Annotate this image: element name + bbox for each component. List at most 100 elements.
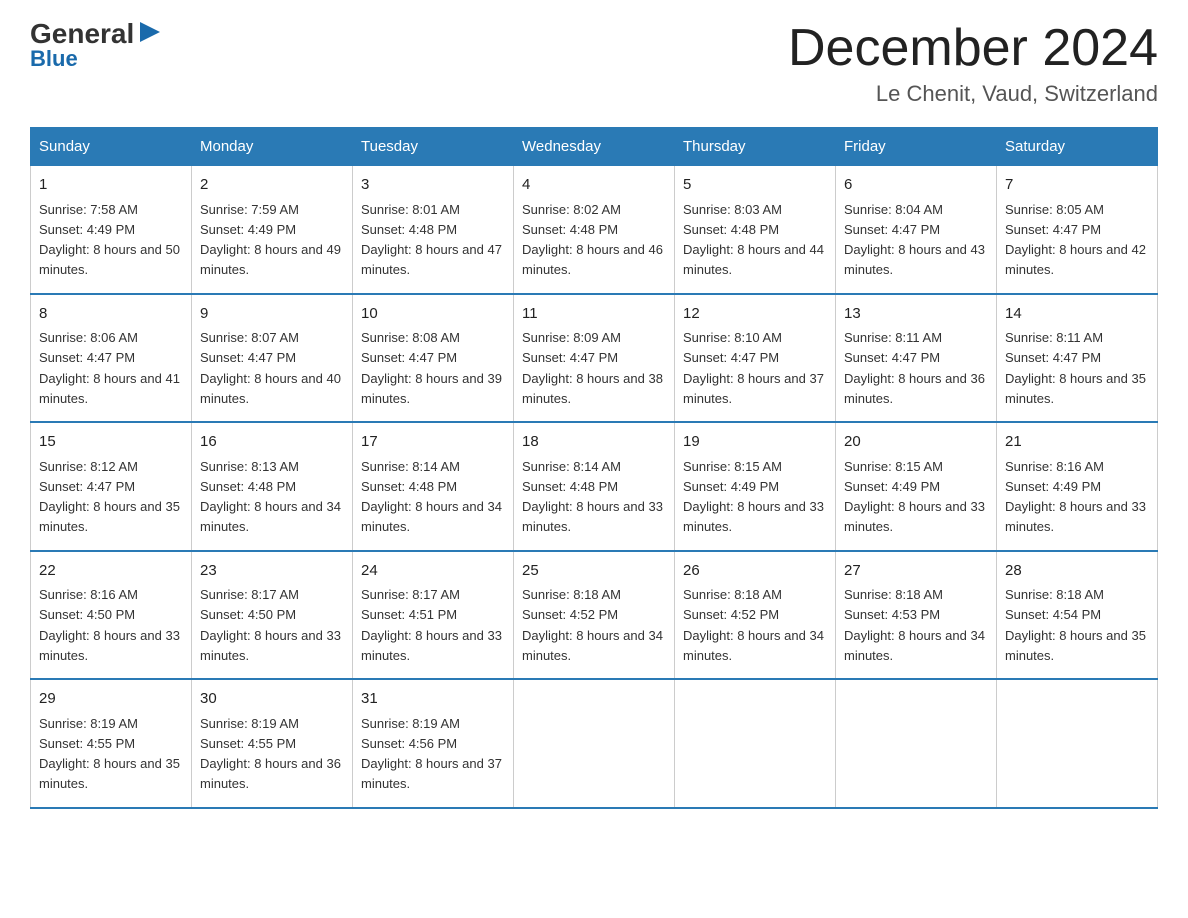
calendar-cell: 4Sunrise: 8:02 AMSunset: 4:48 PMDaylight… [514,166,675,294]
calendar-cell: 23Sunrise: 8:17 AMSunset: 4:50 PMDayligh… [192,551,353,680]
month-title: December 2024 [788,20,1158,77]
calendar-cell: 9 Sunrise: 8:07 AMSunset: 4:47 PMDaylight… [192,294,353,423]
calendar-week-row: 15Sunrise: 8:12 AMSunset: 4:47 PMDayligh… [31,422,1158,551]
calendar-cell: 20Sunrise: 8:15 AMSunset: 4:49 PMDayligh… [836,422,997,551]
calendar-cell: 11 Sunrise: 8:09 AMSunset: 4:47 PMDayligh… [514,294,675,423]
weekday-header-friday: Friday [836,128,997,166]
day-info: Sunrise: 8:19 AMSunset: 4:56 PMDaylight:… [361,716,502,792]
day-info: Sunrise: 8:18 AMSunset: 4:52 PMDaylight:… [683,587,824,663]
calendar-cell: 30Sunrise: 8:19 AMSunset: 4:55 PMDayligh… [192,679,353,808]
day-number: 26 [683,560,827,583]
calendar-cell: 24Sunrise: 8:17 AMSunset: 4:51 PMDayligh… [353,551,514,680]
day-number: 5 [683,174,827,197]
calendar-cell: 6 Sunrise: 8:04 AMSunset: 4:47 PMDaylight… [836,166,997,294]
day-number: 2 [200,174,344,197]
calendar-cell [997,679,1158,808]
day-number: 18 [522,431,666,454]
calendar-cell: 5 Sunrise: 8:03 AMSunset: 4:48 PMDaylight… [675,166,836,294]
calendar-cell: 7 Sunrise: 8:05 AMSunset: 4:47 PMDaylight… [997,166,1158,294]
day-number: 7 [1005,174,1149,197]
day-info: Sunrise: 7:59 AMSunset: 4:49 PMDaylight:… [200,202,341,278]
day-info: Sunrise: 8:15 AMSunset: 4:49 PMDaylight:… [683,459,824,535]
day-info: Sunrise: 8:03 AMSunset: 4:48 PMDaylight:… [683,202,824,278]
calendar-cell: 17 Sunrise: 8:14 AMSunset: 4:48 PMDayligh… [353,422,514,551]
weekday-header-row: SundayMondayTuesdayWednesdayThursdayFrid… [31,128,1158,166]
day-number: 11 [522,303,666,326]
calendar-cell: 13 Sunrise: 8:11 AMSunset: 4:47 PMDayligh… [836,294,997,423]
calendar-cell: 25 Sunrise: 8:18 AMSunset: 4:52 PMDayligh… [514,551,675,680]
weekday-header-thursday: Thursday [675,128,836,166]
day-number: 10 [361,303,505,326]
day-number: 1 [39,174,183,197]
day-number: 22 [39,560,183,583]
day-info: Sunrise: 8:14 AMSunset: 4:48 PMDaylight:… [361,459,502,535]
calendar-cell: 14 Sunrise: 8:11 AMSunset: 4:47 PMDayligh… [997,294,1158,423]
title-block: December 2024 Le Chenit, Vaud, Switzerla… [788,20,1158,107]
calendar-table: SundayMondayTuesdayWednesdayThursdayFrid… [30,127,1158,809]
calendar-cell: 16Sunrise: 8:13 AMSunset: 4:48 PMDayligh… [192,422,353,551]
calendar-cell [514,679,675,808]
calendar-cell: 29 Sunrise: 8:19 AMSunset: 4:55 PMDayligh… [31,679,192,808]
calendar-cell: 19Sunrise: 8:15 AMSunset: 4:49 PMDayligh… [675,422,836,551]
day-info: Sunrise: 8:18 AMSunset: 4:53 PMDaylight:… [844,587,985,663]
day-info: Sunrise: 8:16 AMSunset: 4:50 PMDaylight:… [39,587,180,663]
day-info: Sunrise: 8:16 AMSunset: 4:49 PMDaylight:… [1005,459,1146,535]
page-header: General Blue December 2024 Le Chenit, Va… [30,20,1158,107]
day-number: 29 [39,688,183,711]
calendar-cell: 18 Sunrise: 8:14 AMSunset: 4:48 PMDayligh… [514,422,675,551]
day-info: Sunrise: 8:18 AMSunset: 4:52 PMDaylight:… [522,587,663,663]
calendar-cell [836,679,997,808]
day-info: Sunrise: 8:04 AMSunset: 4:47 PMDaylight:… [844,202,985,278]
calendar-week-row: 8Sunrise: 8:06 AMSunset: 4:47 PMDaylight… [31,294,1158,423]
day-number: 15 [39,431,183,454]
logo-general: General [30,20,134,48]
calendar-cell: 27 Sunrise: 8:18 AMSunset: 4:53 PMDayligh… [836,551,997,680]
day-info: Sunrise: 8:14 AMSunset: 4:48 PMDaylight:… [522,459,663,535]
logo: General Blue [30,20,164,72]
day-info: Sunrise: 7:58 AMSunset: 4:49 PMDaylight:… [39,202,180,278]
calendar-cell: 3 Sunrise: 8:01 AMSunset: 4:48 PMDaylight… [353,166,514,294]
weekday-header-monday: Monday [192,128,353,166]
calendar-cell: 21 Sunrise: 8:16 AMSunset: 4:49 PMDayligh… [997,422,1158,551]
day-number: 21 [1005,431,1149,454]
logo-blue: Blue [30,46,164,72]
day-number: 16 [200,431,344,454]
day-info: Sunrise: 8:17 AMSunset: 4:50 PMDaylight:… [200,587,341,663]
calendar-week-row: 29 Sunrise: 8:19 AMSunset: 4:55 PMDayligh… [31,679,1158,808]
day-number: 31 [361,688,505,711]
day-info: Sunrise: 8:11 AMSunset: 4:47 PMDaylight:… [1005,330,1146,406]
calendar-cell: 26 Sunrise: 8:18 AMSunset: 4:52 PMDayligh… [675,551,836,680]
calendar-cell [675,679,836,808]
day-number: 13 [844,303,988,326]
day-info: Sunrise: 8:19 AMSunset: 4:55 PMDaylight:… [39,716,180,792]
calendar-week-row: 22 Sunrise: 8:16 AMSunset: 4:50 PMDayligh… [31,551,1158,680]
weekday-header-sunday: Sunday [31,128,192,166]
day-number: 3 [361,174,505,197]
day-number: 6 [844,174,988,197]
day-number: 25 [522,560,666,583]
day-info: Sunrise: 8:02 AMSunset: 4:48 PMDaylight:… [522,202,663,278]
day-number: 9 [200,303,344,326]
day-number: 14 [1005,303,1149,326]
day-info: Sunrise: 8:01 AMSunset: 4:48 PMDaylight:… [361,202,502,278]
calendar-cell: 31 Sunrise: 8:19 AMSunset: 4:56 PMDayligh… [353,679,514,808]
day-info: Sunrise: 8:08 AMSunset: 4:47 PMDaylight:… [361,330,502,406]
calendar-cell: 10 Sunrise: 8:08 AMSunset: 4:47 PMDayligh… [353,294,514,423]
calendar-cell: 8Sunrise: 8:06 AMSunset: 4:47 PMDaylight… [31,294,192,423]
weekday-header-tuesday: Tuesday [353,128,514,166]
weekday-header-wednesday: Wednesday [514,128,675,166]
location-subtitle: Le Chenit, Vaud, Switzerland [788,81,1158,107]
weekday-header-saturday: Saturday [997,128,1158,166]
day-info: Sunrise: 8:05 AMSunset: 4:47 PMDaylight:… [1005,202,1146,278]
day-info: Sunrise: 8:15 AMSunset: 4:49 PMDaylight:… [844,459,985,535]
day-info: Sunrise: 8:19 AMSunset: 4:55 PMDaylight:… [200,716,341,792]
calendar-cell: 15Sunrise: 8:12 AMSunset: 4:47 PMDayligh… [31,422,192,551]
day-info: Sunrise: 8:17 AMSunset: 4:51 PMDaylight:… [361,587,502,663]
logo-arrow-icon [136,18,164,46]
day-info: Sunrise: 8:09 AMSunset: 4:47 PMDaylight:… [522,330,663,406]
day-info: Sunrise: 8:07 AMSunset: 4:47 PMDaylight:… [200,330,341,406]
day-number: 17 [361,431,505,454]
day-number: 27 [844,560,988,583]
calendar-cell: 28Sunrise: 8:18 AMSunset: 4:54 PMDayligh… [997,551,1158,680]
day-info: Sunrise: 8:11 AMSunset: 4:47 PMDaylight:… [844,330,985,406]
